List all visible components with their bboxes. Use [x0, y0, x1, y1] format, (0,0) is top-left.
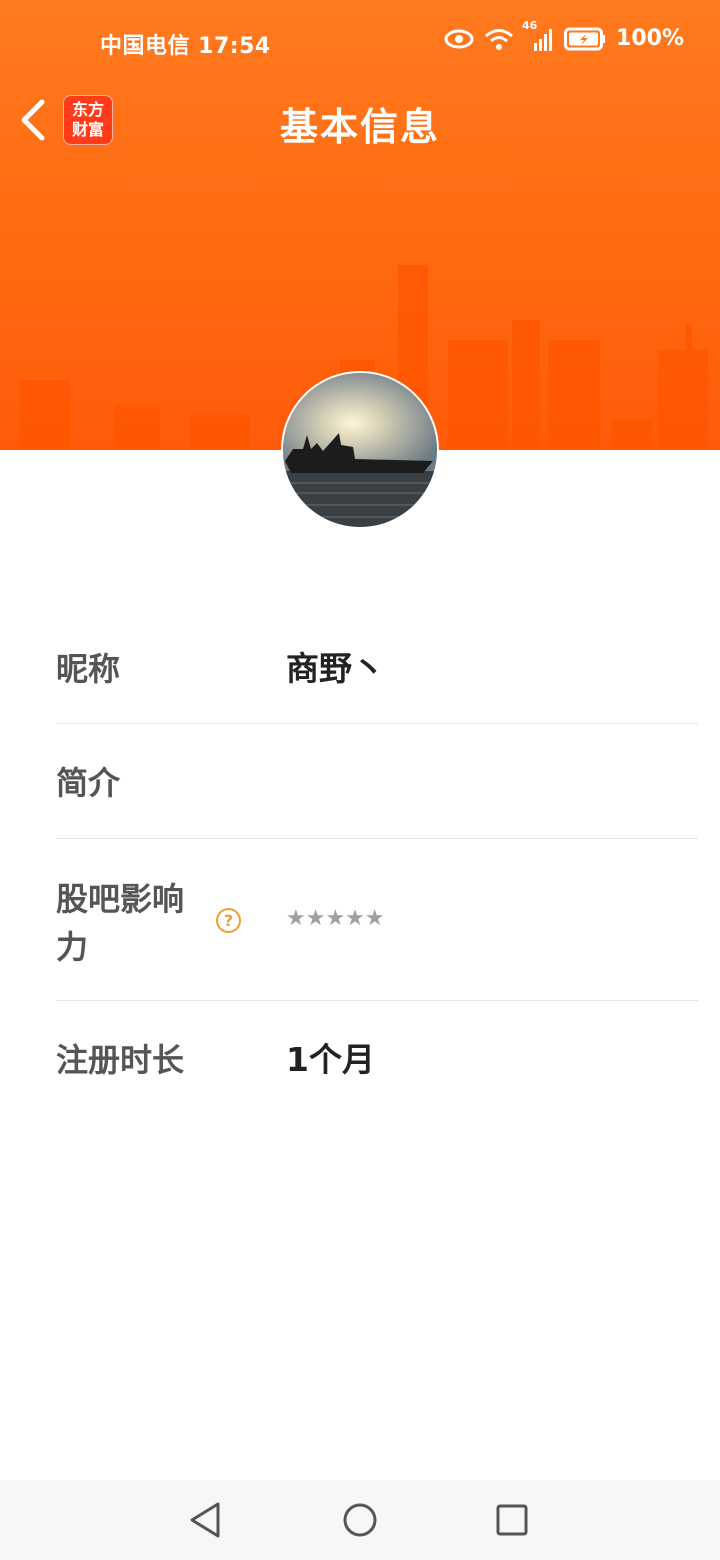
registration-label: 注册时长	[56, 1041, 185, 1079]
network-type: 46	[522, 18, 538, 32]
recents-square-icon	[496, 1504, 528, 1536]
registration-value: 1个月	[286, 1040, 375, 1079]
divider	[56, 1000, 698, 1001]
battery-percent: 100%	[616, 26, 684, 51]
influence-stars: ★★★★★	[286, 906, 385, 931]
home-circle-icon	[343, 1503, 377, 1537]
avatar[interactable]	[281, 371, 439, 529]
carrier-time: 中国电信 17:54	[100, 34, 271, 59]
status-icons: 46 100%	[444, 19, 684, 51]
status-bar: 中国电信 17:54 46 100%	[0, 0, 720, 86]
bio-row: 简介	[56, 760, 698, 806]
nickname-row: 昵称 商野丶	[56, 646, 698, 692]
divider	[56, 838, 698, 839]
nav-home-button[interactable]	[340, 1500, 380, 1540]
bio-label: 简介	[56, 764, 121, 802]
influence-row: 股吧影响 力 ? ★★★★★	[56, 876, 698, 972]
registration-row: 注册时长 1个月	[56, 1037, 698, 1083]
back-triangle-icon	[190, 1502, 220, 1538]
battery-icon	[564, 27, 606, 51]
nickname-label: 昵称	[56, 650, 121, 688]
wifi-icon	[484, 27, 514, 51]
nav-recents-button[interactable]	[492, 1500, 532, 1540]
nickname-value: 商野丶	[286, 649, 385, 688]
influence-label-line1: 股吧影响	[56, 880, 185, 918]
system-nav-bar	[0, 1480, 720, 1560]
help-icon[interactable]: ?	[216, 908, 241, 933]
influence-label-line2: 力	[56, 928, 89, 966]
eye-icon	[444, 28, 474, 50]
nav-back-button[interactable]	[186, 1500, 226, 1540]
avatar-image	[283, 373, 437, 527]
divider	[56, 723, 698, 724]
signal-icon: 46	[522, 19, 554, 51]
page-title: 基本信息	[279, 105, 440, 149]
